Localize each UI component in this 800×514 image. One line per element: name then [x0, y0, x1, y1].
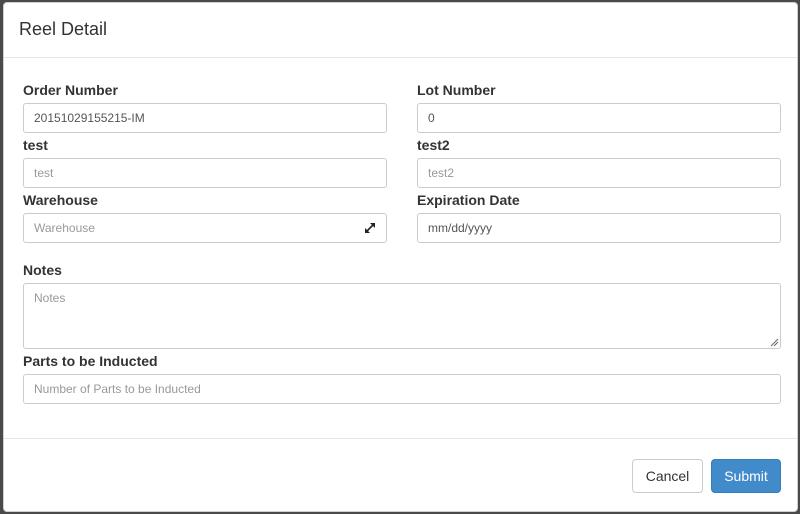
warehouse-placeholder: Warehouse	[34, 221, 95, 235]
lot-number-input[interactable]: 0	[417, 103, 781, 133]
reel-detail-modal: Reel Detail Order Number 20151029155215-…	[3, 2, 798, 512]
test-label: test	[23, 137, 48, 153]
modal-footer: Cancel Submit	[4, 439, 797, 511]
warehouse-input[interactable]: Warehouse	[23, 213, 387, 243]
test-input[interactable]: test	[23, 158, 387, 188]
test2-input[interactable]: test2	[417, 158, 781, 188]
notes-textarea[interactable]: Notes	[23, 283, 781, 349]
modal-title: Reel Detail	[19, 19, 108, 39]
expiration-date-input[interactable]: mm/dd/yyyy	[417, 213, 781, 243]
expand-icon[interactable]	[363, 221, 377, 235]
warehouse-label: Warehouse	[23, 192, 98, 208]
resize-grip-icon[interactable]	[770, 338, 779, 347]
order-number-label: Order Number	[23, 82, 118, 98]
submit-button[interactable]: Submit	[711, 459, 781, 493]
cancel-button[interactable]: Cancel	[632, 459, 703, 493]
modal-header: Reel Detail	[4, 3, 797, 58]
expiration-date-label: Expiration Date	[417, 192, 520, 208]
lot-number-label: Lot Number	[417, 82, 496, 98]
notes-placeholder: Notes	[34, 291, 66, 305]
notes-label: Notes	[23, 262, 62, 278]
order-number-input[interactable]: 20151029155215-IM	[23, 103, 387, 133]
parts-to-be-inducted-label: Parts to be Inducted	[23, 353, 158, 369]
parts-to-be-inducted-input[interactable]: Number of Parts to be Inducted	[23, 374, 781, 404]
modal-body: Order Number 20151029155215-IM Lot Numbe…	[4, 58, 797, 439]
test2-label: test2	[417, 137, 450, 153]
